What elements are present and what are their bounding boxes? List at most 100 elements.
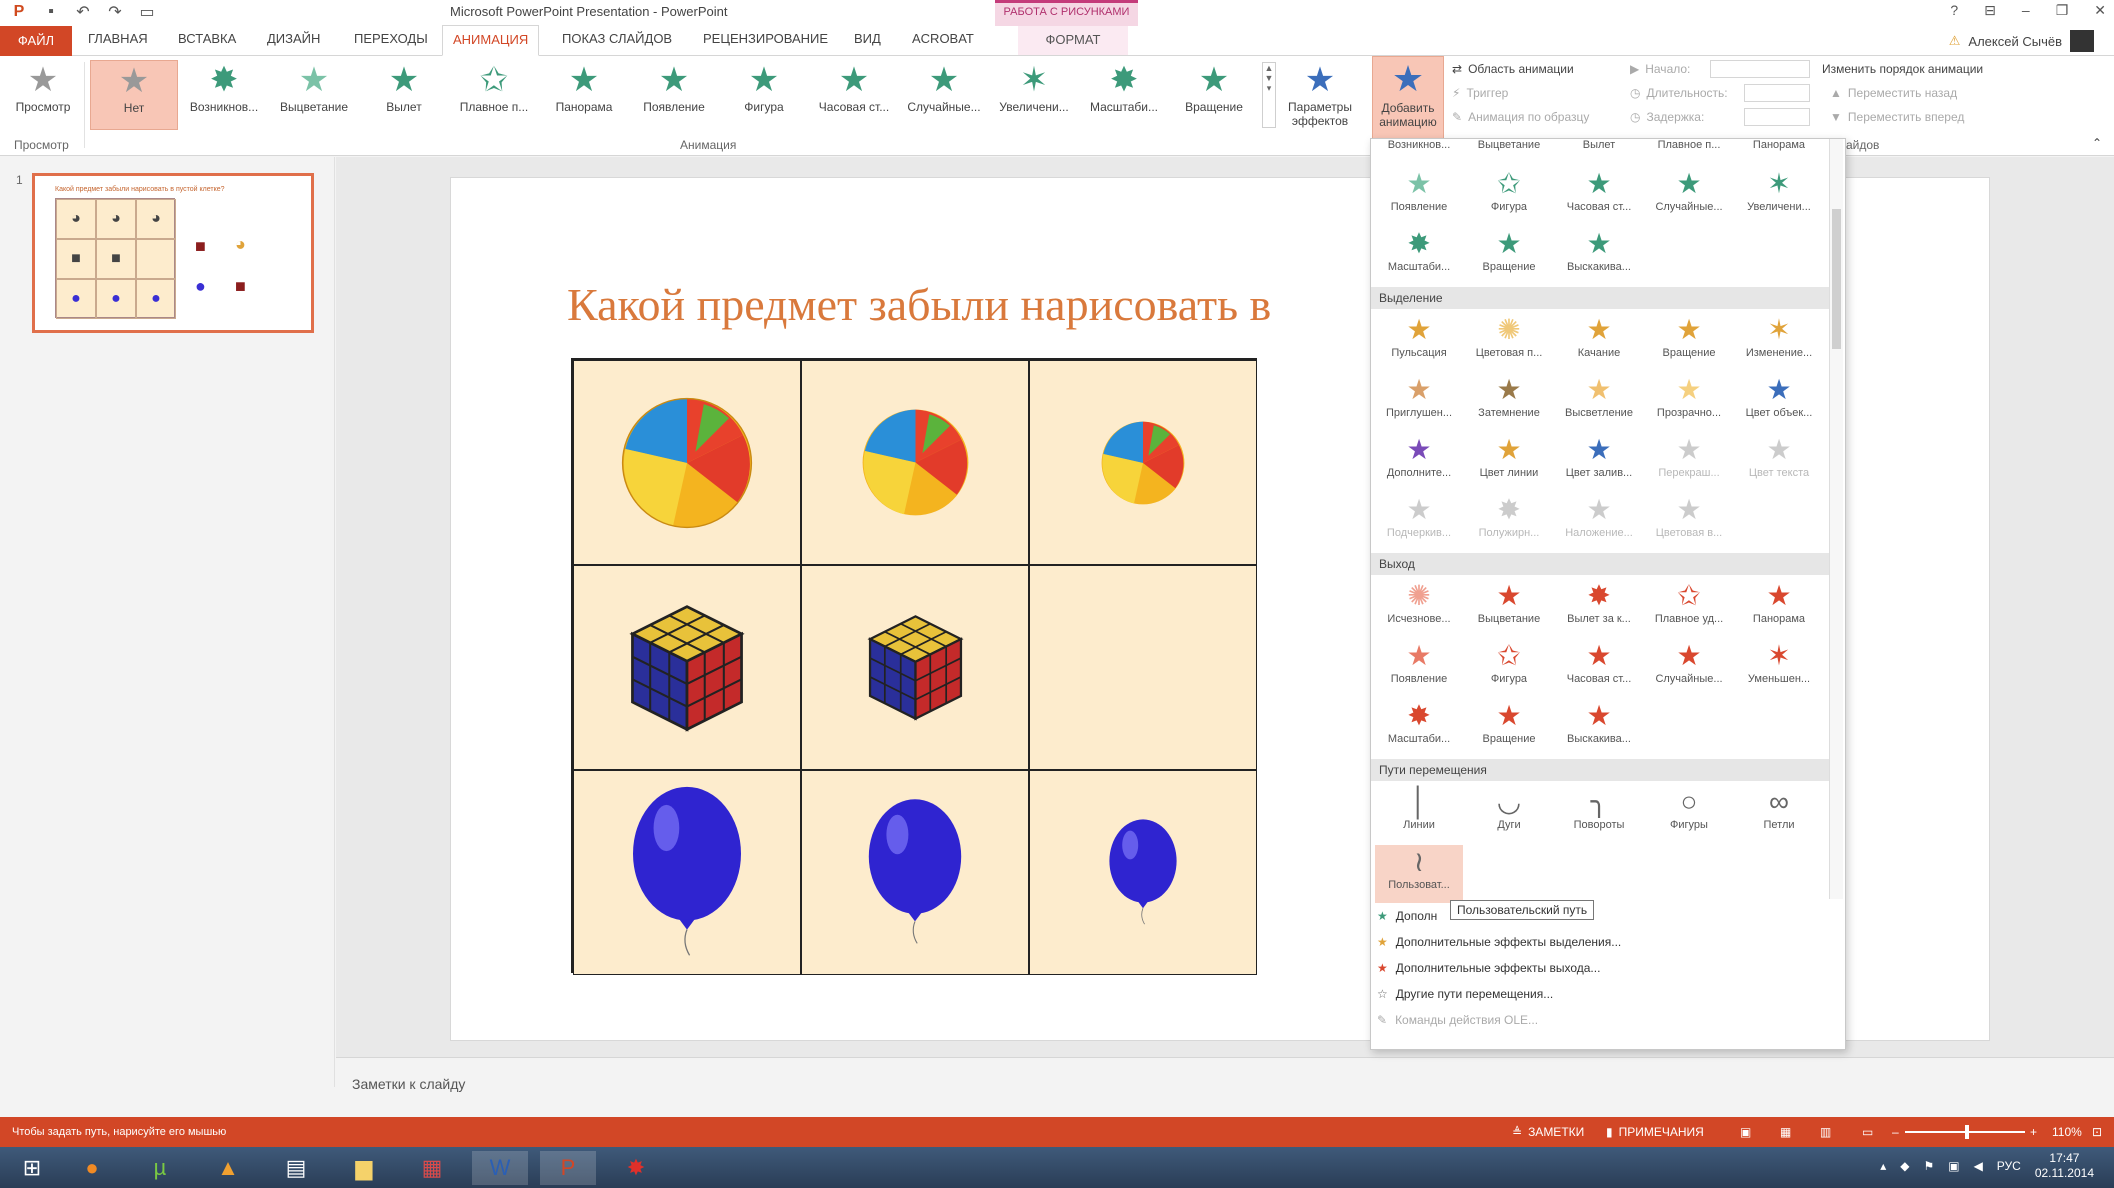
anim-entrance-grow-turn[interactable]: ✶ Увеличени...: [1735, 167, 1823, 225]
gallery-split[interactable]: ★ Панорама: [540, 60, 628, 130]
media-icon[interactable]: ▤: [268, 1151, 324, 1185]
collapse-ribbon-icon[interactable]: ⌃: [2092, 136, 2102, 150]
anim-emphasis-object-color[interactable]: ★ Цвет объек...: [1735, 373, 1823, 431]
delay-input[interactable]: [1744, 108, 1810, 126]
anim-emphasis-teeter[interactable]: ★ Качание: [1555, 313, 1643, 371]
anim-entrance-zoom[interactable]: ✸ Масштаби...: [1375, 227, 1463, 285]
anim-entrance-appear[interactable]: Возникнов...: [1375, 139, 1463, 161]
move-later-button[interactable]: ▼ Переместить вперед: [1830, 110, 1964, 124]
cell-empty[interactable]: [1029, 565, 1257, 770]
gallery-dropdown-scrollbar[interactable]: [1829, 139, 1843, 899]
gallery-fly-in[interactable]: ★ Вылет: [360, 60, 448, 130]
tab-slideshow[interactable]: ПОКАЗ СЛАЙДОВ: [562, 31, 672, 46]
anim-entrance-fly-in[interactable]: Вылет: [1555, 139, 1643, 161]
fit-slide-icon[interactable]: ⊡: [2092, 1125, 2102, 1139]
gallery-grow-turn[interactable]: ✶ Увеличени...: [990, 60, 1078, 130]
anim-path-loops[interactable]: ∞ Петли: [1735, 785, 1823, 843]
anim-emphasis-pulse[interactable]: ★ Пульсация: [1375, 313, 1463, 371]
winrar-icon[interactable]: ▦: [404, 1151, 460, 1185]
anim-emphasis-spin[interactable]: ★ Вращение: [1645, 313, 1733, 371]
firefox-icon[interactable]: ●: [64, 1151, 120, 1185]
tab-acrobat[interactable]: ACROBAT: [912, 31, 974, 46]
comments-toggle[interactable]: ▮ ПРИМЕЧАНИЯ: [1606, 1125, 1704, 1139]
anim-entrance-wipe[interactable]: ★ Появление: [1375, 167, 1463, 225]
tab-view[interactable]: ВИД: [854, 31, 881, 46]
file-explorer-icon[interactable]: ▆: [336, 1151, 392, 1185]
anim-entrance-float-in[interactable]: Плавное п...: [1645, 139, 1733, 161]
slide-title[interactable]: Какой предмет забыли нарисовать в: [567, 278, 1271, 331]
word-icon[interactable]: W: [472, 1151, 528, 1185]
anim-entrance-random-bars[interactable]: ★ Случайные...: [1645, 167, 1733, 225]
zoom-slider[interactable]: [1905, 1125, 2025, 1139]
language-indicator[interactable]: РУС: [1997, 1159, 2021, 1173]
cell-balloon-small[interactable]: [1029, 770, 1257, 975]
cell-ball-small[interactable]: [1029, 360, 1257, 565]
tab-review[interactable]: РЕЦЕНЗИРОВАНИЕ: [703, 31, 828, 46]
reading-view-icon[interactable]: ▥: [1820, 1125, 1831, 1139]
scrollbar-thumb[interactable]: [1832, 209, 1841, 349]
user-account[interactable]: ⚠ Алексей Сычёв: [1949, 30, 2094, 52]
anim-entrance-bounce[interactable]: ★ Выскакива...: [1555, 227, 1643, 285]
gallery-swivel[interactable]: ★ Вращение: [1170, 60, 1258, 130]
anim-path-lines[interactable]: │ Линии: [1375, 785, 1463, 843]
ribbon-display-icon[interactable]: ⊟: [1984, 2, 1996, 19]
gallery-random-bars[interactable]: ★ Случайные...: [900, 60, 988, 130]
cell-balloon-medium[interactable]: [801, 770, 1029, 975]
gallery-zoom[interactable]: ✸ Масштаби...: [1080, 60, 1168, 130]
tab-transitions[interactable]: ПЕРЕХОДЫ: [354, 31, 428, 46]
save-icon[interactable]: ▪: [40, 2, 62, 22]
anim-exit-fade[interactable]: ★ Выцветание: [1465, 579, 1553, 637]
slideshow-view-icon[interactable]: ▭: [1862, 1125, 1873, 1139]
anim-exit-shape[interactable]: ✩ Фигура: [1465, 639, 1553, 697]
anim-emphasis-complementary[interactable]: ★ Дополните...: [1375, 433, 1463, 491]
tab-home[interactable]: ГЛАВНАЯ: [88, 31, 148, 46]
utorrent-icon[interactable]: µ: [132, 1151, 188, 1185]
gallery-float-in[interactable]: ✩ Плавное п...: [450, 60, 538, 130]
tray-arrow-icon[interactable]: ▴: [1880, 1159, 1886, 1173]
cell-ball-medium[interactable]: [801, 360, 1029, 565]
trigger-button[interactable]: ⚡ Триггер: [1452, 86, 1508, 100]
powerpoint-icon[interactable]: P: [540, 1151, 596, 1185]
anim-exit-split[interactable]: ★ Панорама: [1735, 579, 1823, 637]
duration-input[interactable]: [1744, 84, 1810, 102]
clock[interactable]: 17:47 02.11.2014: [2035, 1151, 2094, 1181]
cell-cube-medium[interactable]: [801, 565, 1029, 770]
zoom-out-icon[interactable]: –: [1892, 1125, 1899, 1139]
network-icon[interactable]: ▣: [1948, 1159, 1959, 1173]
anim-exit-zoom[interactable]: ✸ Масштаби...: [1375, 699, 1463, 757]
zoom-slider-thumb[interactable]: [1965, 1125, 1969, 1139]
animation-painter-button[interactable]: ✎ Анимация по образцу: [1452, 110, 1589, 124]
tray-app-icon[interactable]: ◆: [1900, 1159, 1909, 1173]
anim-entrance-wheel[interactable]: ★ Часовая ст...: [1555, 167, 1643, 225]
tab-insert[interactable]: ВСТАВКА: [178, 31, 236, 46]
anim-entrance-fade[interactable]: Выцветание: [1465, 139, 1553, 161]
zoom-in-icon[interactable]: +: [2030, 1125, 2037, 1139]
normal-view-icon[interactable]: ▣: [1740, 1125, 1751, 1139]
gallery-none[interactable]: ★ Нет: [90, 60, 178, 130]
flag-icon[interactable]: ⚑: [1923, 1159, 1934, 1173]
anim-entrance-swivel[interactable]: ★ Вращение: [1465, 227, 1553, 285]
preview-button[interactable]: ★ Просмотр: [4, 60, 82, 130]
animation-pane-button[interactable]: ⇄ Область анимации: [1452, 62, 1574, 76]
notes-toggle[interactable]: ≜ ЗАМЕТКИ: [1512, 1125, 1584, 1139]
anim-emphasis-color-pulse[interactable]: ✺ Цветовая п...: [1465, 313, 1553, 371]
start-slideshow-icon[interactable]: ▭: [136, 2, 158, 22]
slide-sorter-icon[interactable]: ▦: [1780, 1125, 1791, 1139]
restore-icon[interactable]: ❐: [2056, 2, 2069, 19]
gallery-shape[interactable]: ★ Фигура: [720, 60, 808, 130]
more-entrance-effects[interactable]: ★ Дополн: [1377, 909, 1437, 923]
anim-emphasis-darken[interactable]: ★ Затемнение: [1465, 373, 1553, 431]
anim-exit-shrink-turn[interactable]: ✶ Уменьшен...: [1735, 639, 1823, 697]
volume-icon[interactable]: ◀: [1974, 1159, 1983, 1173]
more-exit-effects[interactable]: ★ Дополнительные эффекты выхода...: [1377, 961, 1600, 975]
tab-format[interactable]: ФОРМАТ: [1018, 26, 1128, 55]
gallery-wheel[interactable]: ★ Часовая ст...: [810, 60, 898, 130]
help-icon[interactable]: ?: [1950, 2, 1958, 19]
close-icon[interactable]: ✕: [2094, 2, 2106, 19]
cell-cube-large[interactable]: [573, 565, 801, 770]
anim-emphasis-lighten[interactable]: ★ Высветление: [1555, 373, 1643, 431]
zoom-level[interactable]: 110%: [2052, 1125, 2082, 1139]
tab-animation[interactable]: АНИМАЦИЯ: [442, 25, 540, 56]
move-earlier-button[interactable]: ▲ Переместить назад: [1830, 86, 1957, 100]
notes-pane[interactable]: Заметки к слайду: [336, 1057, 2114, 1117]
